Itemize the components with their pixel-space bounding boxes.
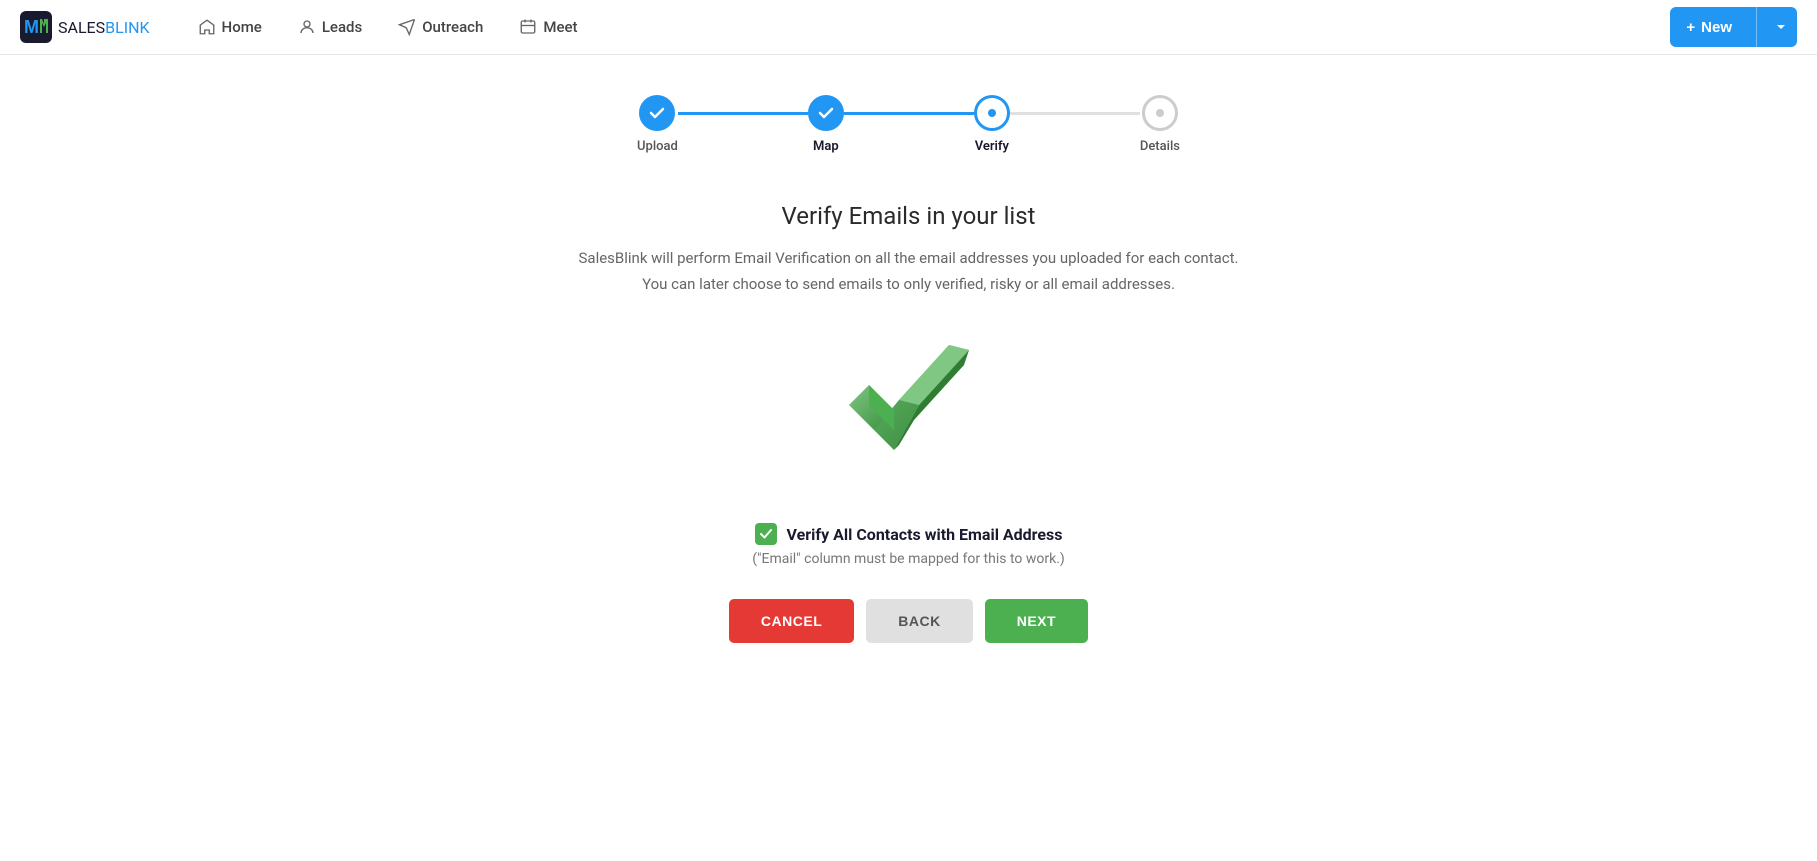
nav-item-meet[interactable]: Meet <box>503 10 593 44</box>
nav-outreach-label: Outreach <box>422 18 483 36</box>
nav-item-home[interactable]: Home <box>182 10 278 44</box>
connector-map-verify <box>844 112 974 115</box>
main-content: Upload Map Verify <box>0 55 1817 861</box>
button-row: CANCEL BACK NEXT <box>499 599 1319 643</box>
step-verify-label: Verify <box>975 139 1009 154</box>
verify-option: Verify All Contacts with Email Address (… <box>499 523 1319 567</box>
step-map-circle <box>808 95 844 131</box>
step-details-circle <box>1142 95 1178 131</box>
new-button-divider <box>1756 7 1757 47</box>
nav-item-leads[interactable]: Leads <box>282 10 378 44</box>
chevron-down-icon <box>1775 21 1787 33</box>
nav-leads-label: Leads <box>322 18 362 36</box>
circle-icon-verify <box>983 104 1001 122</box>
new-button-dropdown[interactable] <box>1765 7 1797 47</box>
desc-line2: You can later choose to send emails to o… <box>642 275 1175 293</box>
stepper: Upload Map Verify <box>499 95 1319 154</box>
nav-home-label: Home <box>222 18 262 36</box>
new-button-label: New <box>1701 19 1732 36</box>
desc-line1: SalesBlink will perform Email Verificati… <box>579 249 1239 267</box>
leads-icon <box>298 18 316 36</box>
new-button[interactable]: + New <box>1670 7 1797 47</box>
step-map: Map <box>808 95 844 154</box>
logo-sales: SALES <box>58 18 105 37</box>
step-upload-circle <box>639 95 675 131</box>
logo-text: SALESBLINK <box>58 18 150 37</box>
nav-meet-label: Meet <box>543 18 577 36</box>
circle-icon-details <box>1151 104 1169 122</box>
nav-items: Home Leads Outreach Meet <box>182 10 594 44</box>
step-details-label: Details <box>1140 139 1180 154</box>
back-button[interactable]: BACK <box>866 599 972 643</box>
step-upload: Upload <box>637 95 678 154</box>
page-title: Verify Emails in your list <box>499 202 1319 230</box>
connector-upload-map <box>678 112 808 115</box>
navbar: M SALESBLINK Home Leads Outreach Meet <box>0 0 1817 55</box>
checkmark-container <box>499 345 1319 475</box>
logo-blink: BLINK <box>105 18 149 37</box>
home-icon <box>198 18 216 36</box>
page-content: Verify Emails in your list SalesBlink wi… <box>499 202 1319 643</box>
next-button[interactable]: NEXT <box>985 599 1088 643</box>
step-map-label: Map <box>813 139 839 154</box>
cancel-button[interactable]: CANCEL <box>729 599 854 643</box>
step-details: Details <box>1140 95 1180 154</box>
step-verify: Verify <box>974 95 1010 154</box>
step-verify-circle <box>974 95 1010 131</box>
step-upload-label: Upload <box>637 139 678 154</box>
verify-row: Verify All Contacts with Email Address <box>755 523 1063 545</box>
verify-checkbox[interactable] <box>755 523 777 545</box>
check-icon <box>648 104 666 122</box>
logo-icon: M <box>20 11 52 43</box>
connector-verify-details <box>1010 112 1140 115</box>
nav-right: + New <box>1670 7 1797 47</box>
new-button-plus: + <box>1686 19 1695 36</box>
page-description: SalesBlink will perform Email Verificati… <box>499 246 1319 297</box>
meet-icon <box>519 18 537 36</box>
verify-note: ("Email" column must be mapped for this … <box>752 551 1065 567</box>
big-checkmark-icon <box>839 345 979 475</box>
checkbox-check-icon <box>759 527 773 541</box>
check-icon-map <box>817 104 835 122</box>
logo[interactable]: M SALESBLINK <box>20 11 150 43</box>
nav-item-outreach[interactable]: Outreach <box>382 10 499 44</box>
wizard-container: Upload Map Verify <box>499 95 1319 821</box>
svg-text:M: M <box>24 17 39 37</box>
verify-checkbox-label: Verify All Contacts with Email Address <box>787 525 1063 544</box>
outreach-icon <box>398 18 416 36</box>
